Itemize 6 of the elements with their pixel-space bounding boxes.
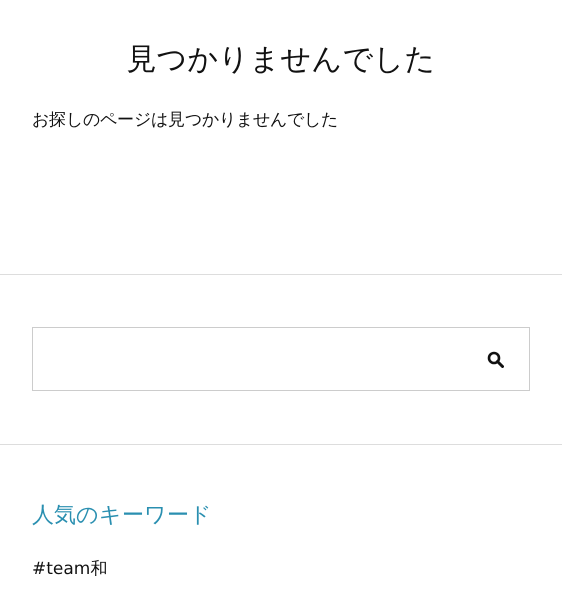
search-field[interactable] bbox=[32, 327, 530, 391]
section-heading: 人気のキーワード bbox=[32, 502, 213, 530]
page-title: 見つかりませんでした bbox=[126, 41, 436, 79]
not-found-message: お探しのページは見つかりませんでした bbox=[31, 109, 339, 132]
search-icon[interactable] bbox=[487, 350, 504, 368]
keyword-link[interactable]: #team和 bbox=[32, 558, 108, 580]
